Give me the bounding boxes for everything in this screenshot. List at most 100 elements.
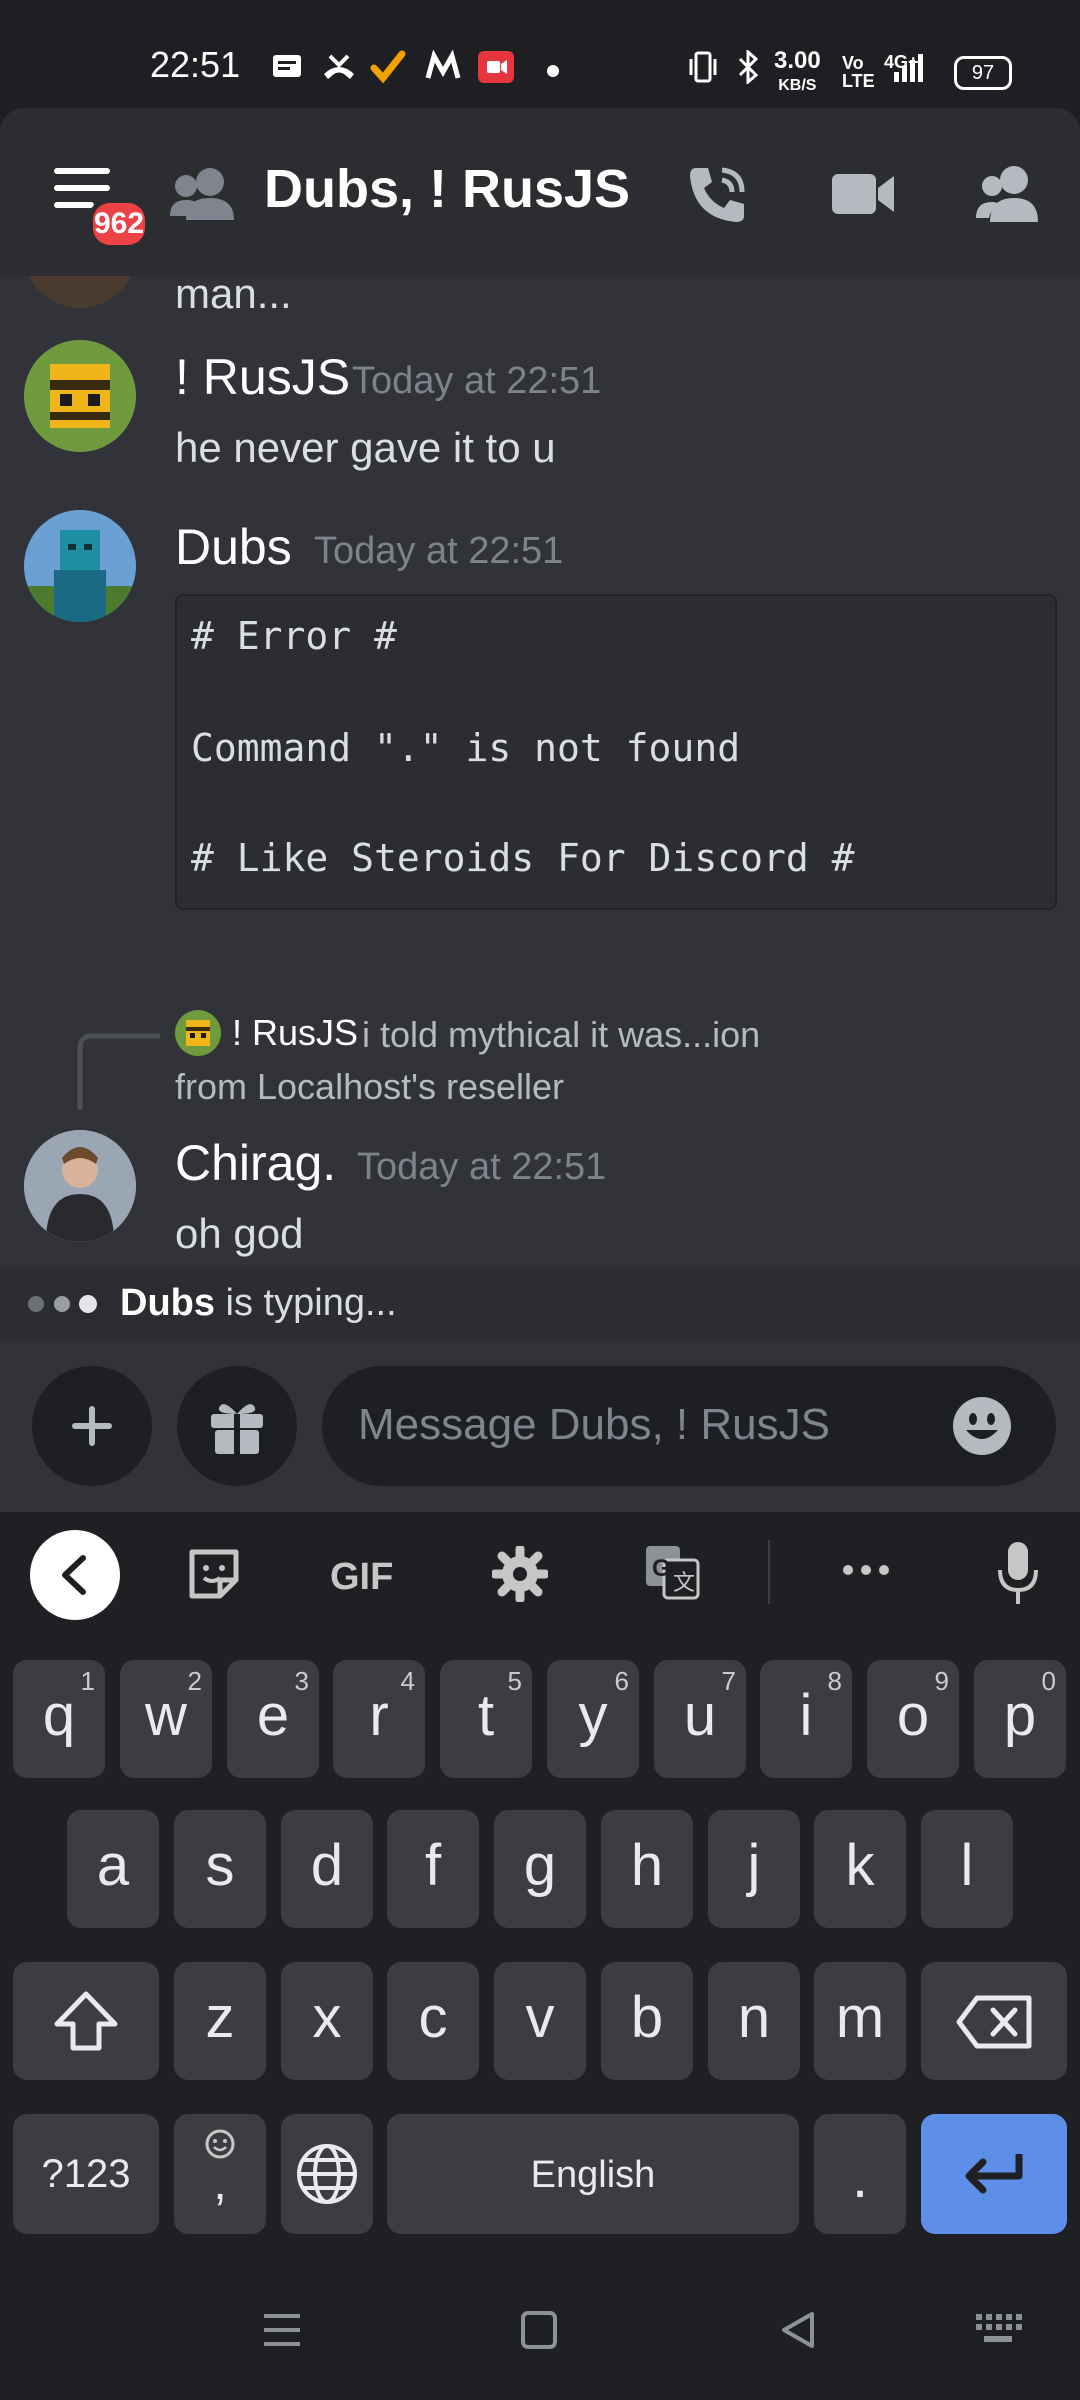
key-j[interactable]: j (708, 1810, 800, 1928)
battery-icon: 97 (954, 56, 1012, 90)
volte-indicator: Vo LTE (842, 53, 875, 91)
backspace-key[interactable] (921, 1962, 1067, 2080)
person-avatar-icon (24, 1130, 136, 1242)
avatar[interactable] (24, 1130, 136, 1242)
message-item[interactable]: Chirag. Today at 22:51 oh god (0, 1130, 1080, 1260)
message-author[interactable]: Dubs (175, 518, 292, 576)
gif-button[interactable]: GIF (330, 1556, 393, 1599)
avatar[interactable] (24, 340, 136, 452)
comma-key[interactable]: , (174, 2114, 266, 2234)
message-notification-icon (273, 55, 301, 77)
typing-user: Dubs (120, 1282, 215, 1324)
key-x[interactable]: x (281, 1962, 373, 2080)
message-input[interactable]: Message Dubs, ! RusJS (322, 1366, 1056, 1486)
key-r[interactable]: r4 (333, 1660, 425, 1778)
translate-icon[interactable]: G文 (642, 1542, 702, 1602)
reply-avatar-icon (175, 1010, 221, 1056)
key-u[interactable]: u7 (654, 1660, 746, 1778)
recent-apps-icon[interactable] (262, 2312, 302, 2348)
message-text: oh god (175, 1210, 304, 1257)
home-icon[interactable] (520, 2310, 558, 2350)
more-icon[interactable] (842, 1562, 890, 1578)
message-timestamp: Today at 22:51 (314, 530, 564, 572)
gift-button[interactable] (177, 1366, 297, 1486)
reply-author: ! RusJS (232, 1012, 359, 1053)
status-time: 22:51 (150, 44, 241, 85)
reply-text: i told mythical it was...ion (362, 1014, 761, 1055)
period-key[interactable]: . (814, 2114, 906, 2234)
backspace-icon (956, 1995, 1032, 2049)
video-call-button[interactable] (832, 170, 896, 218)
message-list[interactable]: man... ! RusJS Today at 22:51 he never g… (0, 276, 1080, 1268)
reply-connector-icon (77, 1033, 160, 1110)
message-text: he never gave it to u (175, 424, 556, 471)
key-s[interactable]: s (174, 1810, 266, 1928)
language-key[interactable] (281, 2114, 373, 2234)
svg-text:文: 文 (673, 1570, 695, 1595)
key-w[interactable]: w2 (120, 1660, 212, 1778)
status-bar: 22:51 3.00 KB/S Vo LTE 4G+ 97 (0, 0, 1080, 108)
key-q[interactable]: q1 (13, 1660, 105, 1778)
group-dm-icon (170, 168, 234, 220)
enter-key[interactable] (921, 2114, 1067, 2234)
message-timestamp: Today at 22:51 (357, 1146, 607, 1188)
message-timestamp: Today at 22:51 (352, 360, 602, 402)
plus-icon (72, 1406, 112, 1446)
symbols-key[interactable]: ?123 (13, 2114, 159, 2234)
channel-header: 962 Dubs, ! RusJS (0, 108, 1080, 276)
vibrate-icon (689, 51, 717, 83)
attach-button[interactable] (32, 1366, 152, 1486)
signal-icon (894, 54, 923, 82)
key-o[interactable]: o9 (867, 1660, 959, 1778)
keyboard-switch-icon[interactable] (974, 2312, 1022, 2346)
missed-call-icon (324, 54, 354, 79)
key-c[interactable]: c (387, 1962, 479, 2080)
reply-preview[interactable]: ! RusJS i told mythical it was...ion fro… (0, 1010, 1080, 1120)
avatar[interactable] (24, 510, 136, 622)
key-y[interactable]: y6 (547, 1660, 639, 1778)
key-f[interactable]: f (387, 1810, 479, 1928)
unread-badge: 962 (88, 198, 150, 250)
members-button[interactable] (976, 164, 1040, 224)
voice-call-button[interactable] (686, 162, 750, 226)
code-line: Command "." is not found (191, 726, 741, 770)
code-block[interactable]: # Error # Command "." is not found # Lik… (175, 594, 1057, 910)
network-speed: 3.00 KB/S (774, 47, 821, 95)
message-author[interactable]: ! RusJS (175, 348, 350, 406)
message-item[interactable]: ! RusJS Today at 22:51 he never gave it … (0, 336, 1080, 471)
message-text: man... (175, 276, 292, 317)
space-key[interactable]: English (387, 2114, 799, 2234)
keyboard-collapse-button[interactable] (30, 1530, 120, 1620)
sticker-icon[interactable] (186, 1546, 242, 1602)
myntra-app-icon (425, 50, 461, 79)
screen-record-icon (478, 51, 514, 83)
settings-icon[interactable] (492, 1546, 548, 1602)
key-i[interactable]: i8 (760, 1660, 852, 1778)
key-h[interactable]: h (601, 1810, 693, 1928)
globe-icon (297, 2144, 357, 2204)
shift-icon (54, 1991, 118, 2051)
keyboard: GIF G文 q1 w2 e3 r4 t5 y6 u7 i8 o9 p0 a s… (0, 1512, 1080, 2400)
typing-dots-icon (28, 1295, 97, 1313)
key-a[interactable]: a (67, 1810, 159, 1928)
key-d[interactable]: d (281, 1810, 373, 1928)
mic-icon[interactable] (996, 1540, 1040, 1606)
key-e[interactable]: e3 (227, 1660, 319, 1778)
key-z[interactable]: z (174, 1962, 266, 2080)
shift-key[interactable] (13, 1962, 159, 2080)
key-p[interactable]: p0 (974, 1660, 1066, 1778)
emoji-button[interactable] (952, 1396, 1012, 1456)
avatar[interactable] (24, 276, 136, 308)
back-icon[interactable] (778, 2310, 818, 2350)
message-author[interactable]: Chirag. (175, 1134, 336, 1192)
key-k[interactable]: k (814, 1810, 906, 1928)
key-v[interactable]: v (494, 1962, 586, 2080)
key-b[interactable]: b (601, 1962, 693, 2080)
key-l[interactable]: l (921, 1810, 1013, 1928)
key-t[interactable]: t5 (440, 1660, 532, 1778)
key-g[interactable]: g (494, 1810, 586, 1928)
bee-avatar-icon (24, 340, 136, 452)
key-n[interactable]: n (708, 1962, 800, 2080)
skin-avatar-icon (24, 510, 136, 622)
key-m[interactable]: m (814, 1962, 906, 2080)
